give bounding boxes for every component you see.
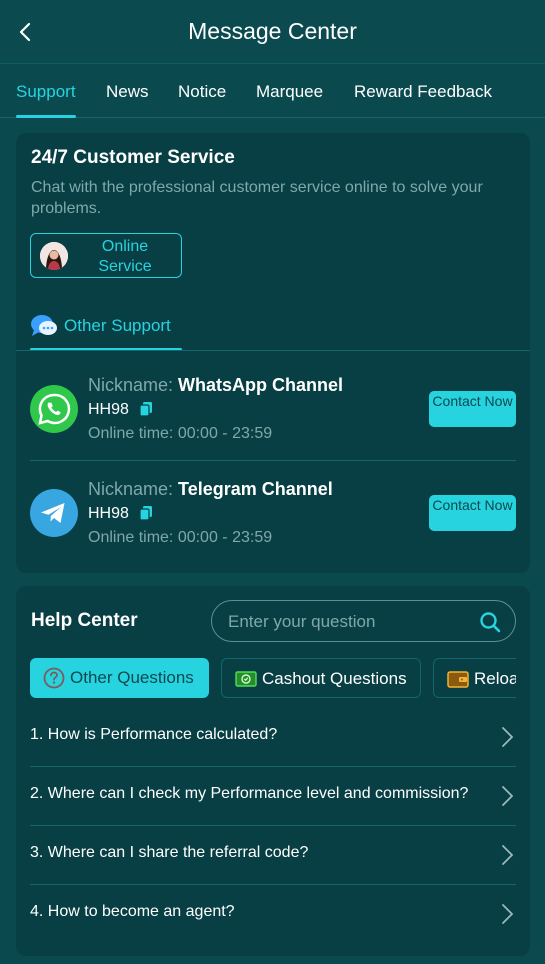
faq-item[interactable]: 1. How is Performance calculated? [30,708,516,767]
faq-question: 4. How to become an agent? [30,903,235,920]
search-box [211,600,516,642]
chevron-right-icon [500,903,514,925]
customer-service-title: 24/7 Customer Service [31,147,235,168]
cash-icon [235,668,257,690]
tab-support-label: Support [16,82,76,101]
search-input[interactable] [228,611,468,633]
category-label: Cashout Questions [262,669,407,688]
online-service-button[interactable]: Online Service [30,233,182,278]
category-strip: Other Questions Cashout Questions Reload… [30,658,516,698]
tab-reward-feedback-label: Reward Feedback [354,82,492,101]
nickname-label: Nickname: [88,479,174,499]
contact-name: WhatsApp Channel [178,375,344,395]
contact-online-time: Online time: 00:00 - 23:59 [88,425,273,442]
faq-item[interactable]: 4. How to become an agent? [30,885,516,944]
category-label: Other Questions [70,668,194,687]
tab-notice[interactable]: Notice [178,82,226,118]
copy-icon[interactable] [139,401,153,417]
contact-id: HH98 [88,505,153,523]
category-other-questions[interactable]: Other Questions [30,658,209,698]
tab-news-label: News [106,82,149,101]
question-icon [43,667,65,689]
whatsapp-icon [30,385,78,433]
help-center-title: Help Center [31,610,138,631]
contact-row-whatsapp: Nickname: WhatsApp Channel HH98 Online t… [30,365,516,465]
header: Message Center [0,0,545,64]
page-title: Message Center [188,18,357,44]
contact-row-telegram: Nickname: Telegram Channel HH98 Online t… [30,469,516,569]
contact-now-button[interactable]: Contact Now [429,495,516,531]
contact-id: HH98 [88,401,153,419]
contact-now-button[interactable]: Contact Now [429,391,516,427]
other-support-label: Other Support [64,316,171,335]
help-center-card: Help Center Other Questions Cashout Ques… [16,586,530,956]
category-label: Reload Questions [474,669,516,688]
search-icon[interactable] [479,611,501,633]
divider [16,350,530,351]
wallet-icon [447,668,469,690]
nickname-label: Nickname: [88,375,174,395]
faq-item[interactable]: 3. Where can I share the referral code? [30,826,516,885]
faq-question: 2. Where can I check my Performance leve… [30,785,469,802]
tab-marquee[interactable]: Marquee [256,82,323,118]
contact-id-value: HH98 [88,401,129,418]
faq-item[interactable]: 2. Where can I check my Performance leve… [30,767,516,826]
tab-notice-label: Notice [178,82,227,101]
faq-question: 1. How is Performance calculated? [30,726,278,743]
category-cashout-questions[interactable]: Cashout Questions [221,658,421,698]
tab-support[interactable]: Support [16,82,76,118]
other-support-tab[interactable]: Other Support [30,311,182,351]
tab-news[interactable]: News [106,82,149,118]
contact-nickname: Nickname: WhatsApp Channel [88,375,343,396]
contact-name: Telegram Channel [178,479,333,499]
online-service-label: Online Service [98,238,152,275]
tab-bar: Support News Notice Marquee Reward Feedb… [0,64,545,118]
tab-marquee-label: Marquee [256,82,324,101]
chevron-right-icon [500,726,514,748]
tab-reward-feedback[interactable]: Reward Feedback [354,82,492,118]
agent-avatar-icon [40,242,68,270]
contact-id-value: HH98 [88,505,129,522]
customer-service-description: Chat with the professional customer serv… [31,179,483,217]
divider [30,460,516,461]
category-reload-questions[interactable]: Reload Questions [433,658,516,698]
chevron-right-icon [500,785,514,807]
telegram-icon [30,489,78,537]
chat-bubble-icon [30,313,58,339]
contact-online-time: Online time: 00:00 - 23:59 [88,529,273,546]
faq-question: 3. Where can I share the referral code? [30,844,309,861]
chevron-right-icon [500,844,514,866]
customer-service-card: 24/7 Customer Service Chat with the prof… [16,133,530,573]
active-tab-indicator [16,115,76,118]
copy-icon[interactable] [139,505,153,521]
contact-nickname: Nickname: Telegram Channel [88,479,333,500]
